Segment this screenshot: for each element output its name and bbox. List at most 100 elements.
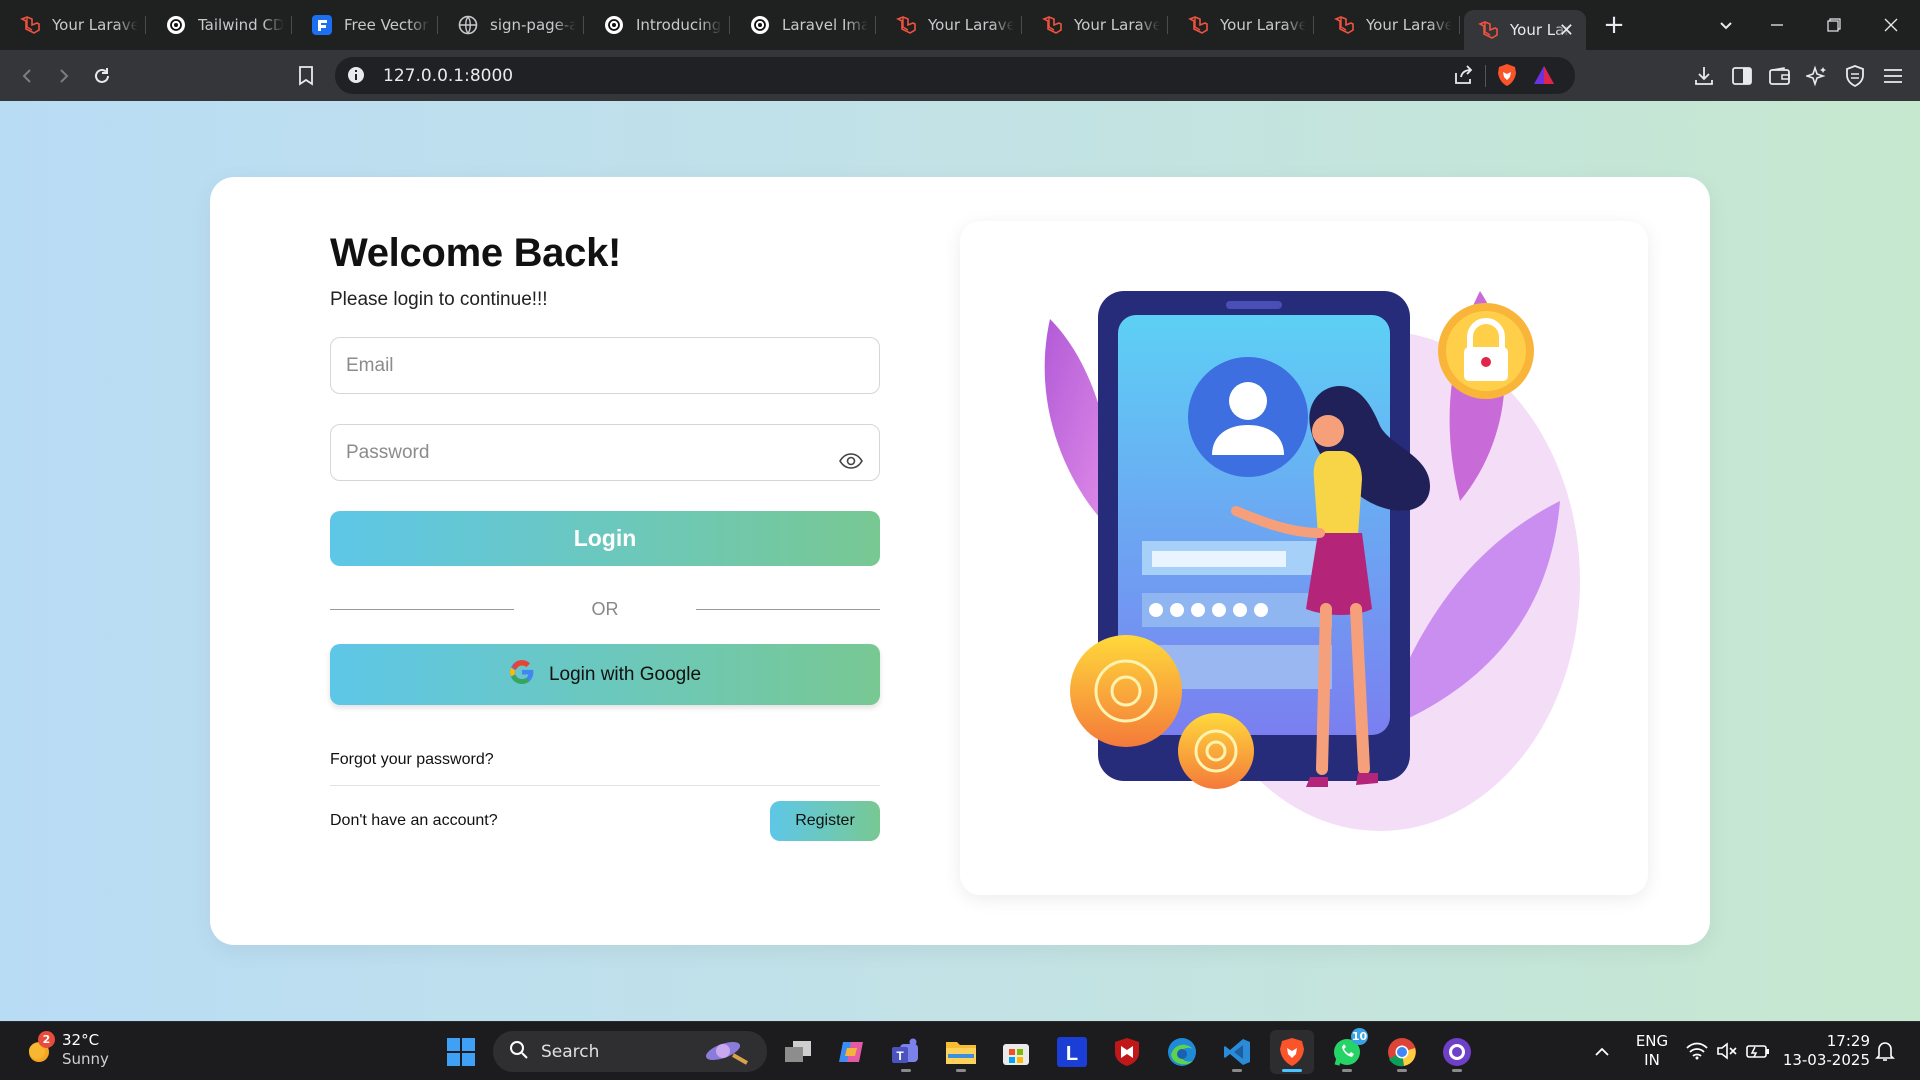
browser-tab[interactable]: Your Laravel	[1168, 0, 1314, 50]
restore-button[interactable]	[1806, 0, 1862, 50]
download-icon[interactable]	[1691, 63, 1717, 89]
page-background: Welcome Back! Please login to continue!!…	[0, 101, 1920, 1021]
browser-tab[interactable]: Your Laravel	[876, 0, 1022, 50]
vpn-shield-icon[interactable]	[1842, 63, 1868, 89]
tab-title: Your Laravel	[1366, 16, 1452, 34]
language-code: ENG	[1635, 1032, 1669, 1050]
wifi-icon[interactable]	[1686, 1042, 1708, 1064]
password-field[interactable]	[330, 424, 880, 481]
browser-tab-active[interactable]: Your Lar ✕	[1464, 10, 1586, 50]
chrome-icon[interactable]	[1380, 1030, 1424, 1074]
weather-widget[interactable]: 2 32°C Sunny	[26, 1031, 109, 1069]
back-button[interactable]	[11, 60, 43, 92]
search-highlight-icon	[699, 1037, 755, 1071]
browser-tab[interactable]: Laravel Imag	[730, 0, 876, 50]
file-explorer-icon[interactable]	[939, 1030, 983, 1074]
show-hidden-icons-chevron-icon[interactable]	[1580, 1030, 1624, 1074]
sidebar-icon[interactable]	[1729, 63, 1755, 89]
browser-tab[interactable]: Your Laravel	[0, 0, 146, 50]
section-divider	[330, 785, 880, 786]
show-password-eye-icon[interactable]	[839, 453, 863, 474]
task-view-button[interactable]	[776, 1030, 820, 1074]
email-input[interactable]	[346, 354, 826, 377]
brave-shields-icon[interactable]	[1494, 62, 1520, 88]
tab-title: Your Laravel	[52, 16, 138, 34]
new-tab-button[interactable]: +	[1594, 5, 1634, 45]
forward-button[interactable]	[48, 60, 80, 92]
clock-time: 17:29	[1826, 1032, 1870, 1050]
teams-icon[interactable]: T	[884, 1030, 928, 1074]
running-indicator	[1232, 1069, 1242, 1072]
site-info-icon[interactable]	[347, 66, 365, 88]
browser-tab[interactable]: Introducing C	[584, 0, 730, 50]
running-indicator	[1342, 1069, 1352, 1072]
tab-title: Introducing C	[636, 16, 722, 34]
share-icon[interactable]	[1451, 62, 1477, 88]
tab-title: Your Laravel	[1074, 16, 1160, 34]
close-window-button[interactable]	[1863, 0, 1919, 50]
windows-start-button[interactable]	[439, 1030, 483, 1074]
username-text-shape	[1152, 551, 1286, 567]
tab-title: sign-page-ab	[490, 16, 576, 34]
l-app-icon[interactable]: L	[1050, 1030, 1094, 1074]
bookmark-icon[interactable]	[290, 60, 322, 92]
svg-text:L: L	[1066, 1043, 1078, 1065]
copilot-icon[interactable]	[830, 1030, 874, 1074]
clock[interactable]: 17:29 13-03-2025	[1780, 1032, 1870, 1070]
gear-small-icon	[1178, 713, 1254, 789]
illustration-panel	[960, 221, 1648, 895]
laravel-icon	[1042, 15, 1062, 35]
globe-icon	[458, 15, 478, 35]
vscode-icon[interactable]	[1215, 1030, 1259, 1074]
language-indicator[interactable]: ENG IN	[1630, 1032, 1674, 1070]
password-input[interactable]	[346, 441, 826, 464]
register-row: Don't have an account? Register	[330, 801, 880, 841]
region-code: IN	[1644, 1051, 1660, 1069]
register-button[interactable]: Register	[770, 801, 880, 841]
brave-rewards-icon[interactable]	[1531, 62, 1557, 88]
browser-tab[interactable]: Free Vector |	[292, 0, 438, 50]
reload-button[interactable]	[86, 60, 118, 92]
laravel-icon	[1334, 15, 1354, 35]
forgot-password-link[interactable]: Forgot your password?	[330, 751, 880, 771]
running-indicator	[956, 1069, 966, 1072]
svg-text:T: T	[896, 1049, 904, 1063]
search-icon	[509, 1040, 529, 1064]
openai-icon	[166, 15, 186, 35]
minimize-button[interactable]	[1749, 0, 1805, 50]
login-with-google-button[interactable]: Login with Google	[330, 644, 880, 705]
github-desktop-icon[interactable]	[1435, 1030, 1479, 1074]
brave-browser-icon[interactable]	[1270, 1030, 1314, 1074]
tab-strip: Your Laravel Tailwind CDN Free Vector | sig…	[0, 0, 1920, 50]
browser-tab[interactable]: sign-page-ab	[438, 0, 584, 50]
weather-alert-badge: 2	[38, 1031, 55, 1048]
taskbar-search[interactable]: Search	[493, 1031, 767, 1072]
browser-tab[interactable]: Your Laravel	[1022, 0, 1168, 50]
browser-toolbar: 127.0.0.1:8000	[0, 50, 1920, 101]
edge-icon[interactable]	[1160, 1030, 1204, 1074]
microsoft-store-icon[interactable]	[994, 1030, 1038, 1074]
url-text[interactable]: 127.0.0.1:8000	[383, 66, 513, 86]
address-bar[interactable]: 127.0.0.1:8000	[335, 57, 1575, 94]
login-button[interactable]: Login	[330, 511, 880, 566]
login-illustration	[1044, 291, 1580, 831]
browser-tab[interactable]: Your Laravel	[1314, 0, 1460, 50]
whatsapp-icon[interactable]: 10	[1325, 1028, 1369, 1074]
wallet-icon[interactable]	[1767, 63, 1793, 89]
lock-keyhole	[1481, 357, 1491, 367]
leo-ai-icon[interactable]	[1804, 63, 1830, 89]
mcafee-icon[interactable]	[1105, 1030, 1149, 1074]
login-form: Welcome Back! Please login to continue!!…	[330, 231, 880, 841]
volume-muted-icon[interactable]	[1716, 1041, 1738, 1065]
battery-icon[interactable]	[1746, 1042, 1770, 1064]
email-field[interactable]	[330, 337, 880, 394]
menu-icon[interactable]	[1880, 63, 1906, 89]
tab-search-chevron-icon[interactable]	[1698, 0, 1754, 50]
page-title: Welcome Back!	[330, 231, 622, 275]
tab-title: Your Laravel	[928, 16, 1014, 34]
google-icon	[509, 659, 535, 690]
close-tab-icon[interactable]: ✕	[1559, 20, 1574, 41]
google-button-label: Login with Google	[548, 663, 702, 685]
browser-tab[interactable]: Tailwind CDN	[146, 0, 292, 50]
notification-bell-icon[interactable]	[1874, 1040, 1896, 1066]
